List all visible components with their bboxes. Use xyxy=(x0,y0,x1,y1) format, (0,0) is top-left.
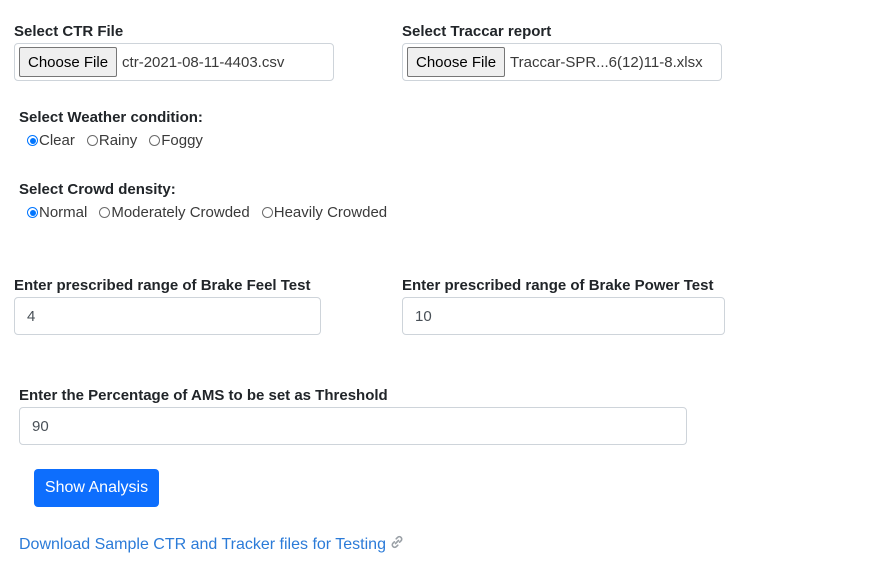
weather-option-clear[interactable]: Clear xyxy=(27,132,75,149)
radio-unchecked-icon[interactable] xyxy=(261,207,273,218)
crowd-option-label: Heavily Crowded xyxy=(273,204,388,221)
ams-threshold-input[interactable]: 90 xyxy=(19,407,687,445)
traccar-file-input[interactable]: Choose File Traccar-SPR...6(12)11-8.xlsx xyxy=(402,43,722,81)
traccar-file-name: Traccar-SPR...6(12)11-8.xlsx xyxy=(510,53,703,71)
brake-power-input[interactable]: 10 xyxy=(402,297,725,335)
radio-unchecked-icon[interactable] xyxy=(149,135,161,146)
traccar-choose-file-button[interactable]: Choose File xyxy=(407,47,506,77)
radio-checked-icon[interactable] xyxy=(27,135,38,146)
crowd-option-heavily-crowded[interactable]: Heavily Crowded xyxy=(261,204,388,221)
weather-label: Select Weather condition: xyxy=(19,109,203,126)
brake-power-label: Enter prescribed range of Brake Power Te… xyxy=(402,277,714,294)
download-sample-link[interactable]: Download Sample CTR and Tracker files fo… xyxy=(19,534,405,555)
weather-radio-group: Clear Rainy Foggy xyxy=(27,132,215,149)
radio-checked-icon[interactable] xyxy=(27,207,38,218)
brake-feel-input[interactable]: 4 xyxy=(14,297,321,335)
show-analysis-button[interactable]: Show Analysis xyxy=(34,469,159,507)
brake-feel-label: Enter prescribed range of Brake Feel Tes… xyxy=(14,277,311,294)
weather-option-label: Rainy xyxy=(98,132,138,149)
crowd-option-label: Normal xyxy=(39,204,88,221)
radio-unchecked-icon[interactable] xyxy=(99,207,111,218)
weather-option-label: Foggy xyxy=(161,132,203,149)
crowd-option-normal[interactable]: Normal xyxy=(27,204,87,221)
ams-threshold-label: Enter the Percentage of AMS to be set as… xyxy=(19,387,388,404)
weather-option-rainy[interactable]: Rainy xyxy=(86,132,138,149)
ctr-file-input[interactable]: Choose File ctr-2021-08-11-4403.csv xyxy=(14,43,334,81)
ctr-file-label: Select CTR File xyxy=(14,23,124,40)
radio-unchecked-icon[interactable] xyxy=(86,135,98,146)
weather-option-foggy[interactable]: Foggy xyxy=(149,132,203,149)
crowd-option-label: Moderately Crowded xyxy=(111,204,250,221)
ctr-choose-file-button[interactable]: Choose File xyxy=(19,47,118,77)
traccar-file-label: Select Traccar report xyxy=(402,23,552,40)
crowd-radio-group: Normal Moderately Crowded Heavily Crowde… xyxy=(27,204,399,221)
download-sample-link-text[interactable]: Download Sample CTR and Tracker files fo… xyxy=(19,536,386,554)
link-icon xyxy=(389,534,405,555)
crowd-label: Select Crowd density: xyxy=(19,181,176,198)
weather-option-label: Clear xyxy=(39,132,75,149)
ctr-file-name: ctr-2021-08-11-4403.csv xyxy=(122,53,285,71)
crowd-option-moderately-crowded[interactable]: Moderately Crowded xyxy=(99,204,250,221)
